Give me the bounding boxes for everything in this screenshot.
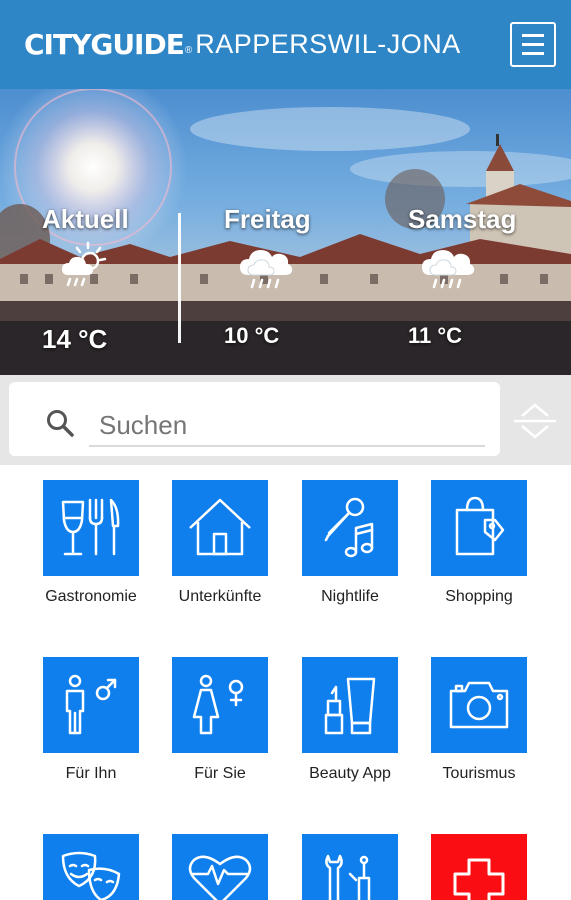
partly-cloudy-rain-icon [62,241,107,287]
tile-nightlife[interactable] [302,480,398,576]
tile-unterkuenfte[interactable] [172,480,268,576]
heart-pulse-icon [188,855,252,900]
registered-mark: ® [184,45,193,56]
weather-temperature: 10 °C [224,323,280,348]
cosmetics-icon [324,677,376,735]
tile-emergency[interactable] [431,834,527,900]
cloud-rain-icon [240,250,293,289]
cloud-rain-icon [422,250,475,289]
tile-health[interactable] [172,834,268,900]
tile-tourismus[interactable] [431,657,527,753]
hamburger-menu-button[interactable] [510,22,556,67]
weather-banner[interactable]: Aktuell 14 °C Freitag 10 °C Samstag 11 °… [0,89,571,375]
tile-label: Für Sie [194,765,246,782]
search-box[interactable] [9,382,500,456]
sort-toggle-icon[interactable] [512,401,558,441]
tile-beauty-app[interactable] [302,657,398,753]
weather-day-label: Samstag [408,204,517,234]
weather-divider [178,213,181,343]
male-icon [65,674,117,735]
tile-label: Beauty App [309,765,391,782]
tile-fuer-sie[interactable] [172,657,268,753]
menu-line [522,34,544,37]
house-icon [189,498,251,556]
weather-day-label: Freitag [224,204,311,234]
tile-theater[interactable] [43,834,139,900]
tile-label: Tourismus [442,765,516,782]
female-icon [192,674,244,735]
tile-fuer-ihn[interactable] [43,657,139,753]
tile-services[interactable] [302,834,398,900]
tile-gastronomie[interactable] [43,480,139,576]
menu-line [522,52,544,55]
tile-label: Gastronomie [45,588,137,605]
search-input[interactable] [99,410,479,441]
camera-icon [449,681,509,729]
weather-temperature: 11 °C [408,323,463,348]
search-icon[interactable] [45,408,75,438]
weather-day-label: Aktuell [42,204,129,234]
shopping-bag-icon [455,496,505,556]
brand-name: CITYGUIDE [24,27,185,61]
app-header: CITYGUIDE ® RAPPERSWIL-JONA [0,0,571,89]
medical-cross-icon [453,858,505,900]
tile-label: Nightlife [321,588,379,605]
search-bar [0,375,571,465]
search-underline [89,445,485,447]
menu-line [522,43,544,46]
tile-shopping[interactable] [431,480,527,576]
tile-label: Unterkünfte [178,588,262,605]
city-name: RAPPERSWIL-JONA [195,28,461,59]
tools-icon [325,854,371,900]
tile-label: Shopping [445,588,513,605]
app-logo[interactable]: CITYGUIDE ® RAPPERSWIL-JONA [24,24,461,64]
theater-masks-icon [61,851,121,900]
weather-temperature: 14 °C [42,324,108,354]
tile-label: Für Ihn [65,765,117,782]
microphone-note-icon [324,497,374,558]
glass-fork-knife-icon [61,498,120,556]
